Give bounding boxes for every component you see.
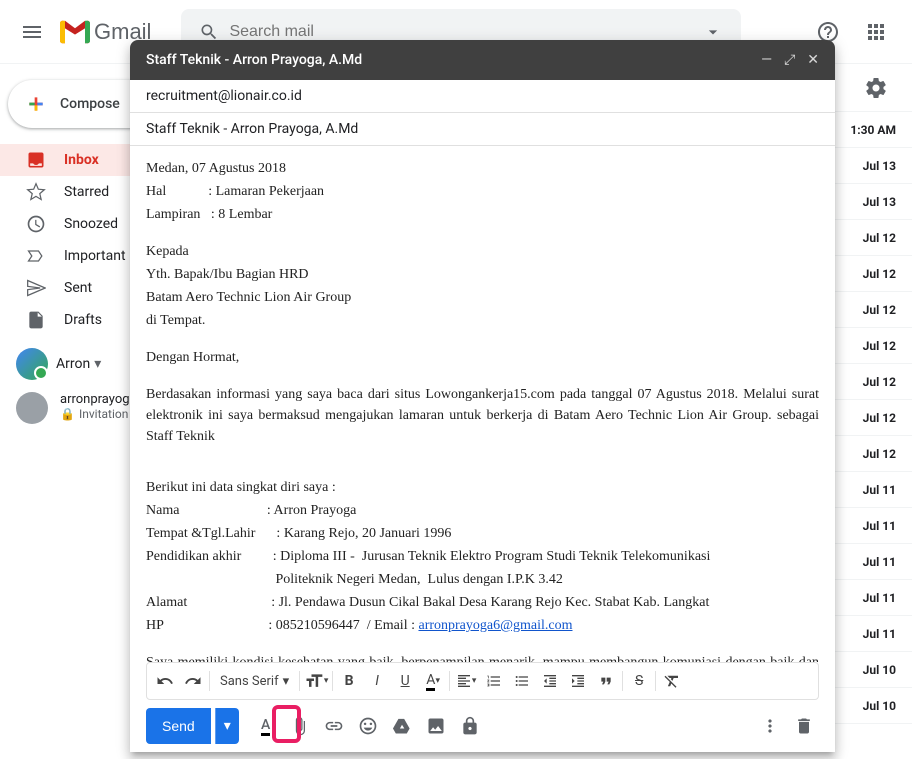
compose-body[interactable]: Medan, 07 Agustus 2018 Hal : Lamaran Pek… bbox=[130, 146, 835, 662]
body-line: Politeknik Negeri Medan, Lulus dengan I.… bbox=[146, 569, 819, 590]
email-date: Jul 11 bbox=[863, 627, 896, 641]
email-date: 1:30 AM bbox=[850, 123, 896, 137]
drafts-icon bbox=[26, 310, 46, 330]
drive-icon[interactable] bbox=[387, 711, 417, 741]
font-size-button[interactable]: ▾ bbox=[302, 667, 330, 695]
avatar bbox=[16, 348, 48, 380]
clock-icon bbox=[26, 214, 46, 234]
body-line: Medan, 07 Agustus 2018 bbox=[146, 158, 819, 179]
compose-title: Staff Teknik - Arron Prayoga, A.Md bbox=[146, 52, 761, 68]
font-selector[interactable]: Sans Serif ▾ bbox=[212, 674, 297, 689]
send-bar: Send ▾ A bbox=[130, 700, 835, 752]
send-options-button[interactable]: ▾ bbox=[215, 708, 239, 744]
body-line: Hal : Lamaran Pekerjaan bbox=[146, 181, 819, 202]
text-color-button[interactable]: A▾ bbox=[419, 667, 447, 695]
indent-more-button[interactable] bbox=[564, 667, 592, 695]
body-line: Nama : Arron Prayoga bbox=[146, 500, 819, 521]
minimize-icon[interactable]: — bbox=[761, 52, 772, 68]
more-options-icon[interactable] bbox=[755, 711, 785, 741]
bulleted-list-button[interactable] bbox=[508, 667, 536, 695]
photo-icon[interactable] bbox=[421, 711, 451, 741]
body-line: Batam Aero Technic Lion Air Group bbox=[146, 287, 819, 308]
email-date: Jul 11 bbox=[863, 555, 896, 569]
numbered-list-button[interactable] bbox=[480, 667, 508, 695]
email-date: Jul 10 bbox=[863, 663, 896, 677]
menu-icon[interactable] bbox=[8, 8, 56, 56]
plus-icon bbox=[20, 88, 44, 120]
email-date: Jul 12 bbox=[863, 339, 896, 353]
body-paragraph: Saya memiliki kondisi kesehatan yang bai… bbox=[146, 652, 819, 662]
to-field[interactable]: recruitment@lionair.co.id bbox=[130, 80, 835, 113]
strikethrough-button[interactable]: S bbox=[625, 667, 653, 695]
email-date: Jul 12 bbox=[863, 231, 896, 245]
chevron-down-icon: ▾ bbox=[94, 356, 101, 372]
bold-button[interactable]: B bbox=[335, 667, 363, 695]
user-name: Arron bbox=[56, 356, 90, 372]
body-paragraph: Berdasakan informasi yang saya baca dari… bbox=[146, 384, 819, 447]
body-line: Pendidikan akhir : Diploma III - Jurusan… bbox=[146, 546, 819, 567]
body-line: di Tempat. bbox=[146, 310, 819, 331]
subject-field[interactable]: Staff Teknik - Arron Prayoga, A.Md bbox=[130, 113, 835, 146]
nav-label: Snoozed bbox=[64, 216, 118, 232]
email-date: Jul 12 bbox=[863, 267, 896, 281]
email-date: Jul 11 bbox=[863, 483, 896, 497]
underline-button[interactable]: U bbox=[391, 667, 419, 695]
attach-icon[interactable] bbox=[285, 711, 315, 741]
email-date: Jul 12 bbox=[863, 447, 896, 461]
delete-icon[interactable] bbox=[789, 711, 819, 741]
body-line: Tempat &Tgl.Lahir : Karang Rejo, 20 Janu… bbox=[146, 523, 819, 544]
contact-avatar bbox=[16, 392, 48, 424]
body-line: Alamat : Jl. Pendawa Dusun Cikal Bakal D… bbox=[146, 592, 819, 613]
search-options-icon[interactable] bbox=[693, 22, 733, 42]
important-icon bbox=[26, 246, 46, 266]
email-link[interactable]: arronprayoga6@gmail.com bbox=[418, 618, 572, 633]
align-button[interactable]: ▾ bbox=[452, 667, 480, 695]
redo-button[interactable] bbox=[179, 667, 207, 695]
email-date: Jul 13 bbox=[863, 159, 896, 173]
search-input[interactable] bbox=[229, 23, 693, 41]
indent-less-button[interactable] bbox=[536, 667, 564, 695]
compose-label: Compose bbox=[60, 96, 120, 112]
compose-header[interactable]: Staff Teknik - Arron Prayoga, A.Md — ⤢ ✕ bbox=[130, 40, 835, 80]
search-icon[interactable] bbox=[189, 22, 229, 42]
body-line: Dengan Hormat, bbox=[146, 347, 819, 368]
fullscreen-icon[interactable]: ⤢ bbox=[784, 52, 795, 68]
format-toolbar: Sans Serif ▾ ▾ B I U A▾ ▾ S bbox=[146, 662, 819, 700]
lock-timer-icon[interactable] bbox=[455, 711, 485, 741]
star-icon bbox=[26, 182, 46, 202]
settings-icon[interactable] bbox=[856, 68, 896, 108]
email-date: Jul 11 bbox=[863, 591, 896, 605]
emoji-icon[interactable] bbox=[353, 711, 383, 741]
body-line: Lampiran : 8 Lembar bbox=[146, 204, 819, 225]
body-line: HP : 085210596447 / Email : arronprayoga… bbox=[146, 615, 819, 636]
compose-window: Staff Teknik - Arron Prayoga, A.Md — ⤢ ✕… bbox=[130, 40, 835, 752]
email-date: Jul 12 bbox=[863, 303, 896, 317]
sent-icon bbox=[26, 278, 46, 298]
body-line: Kepada bbox=[146, 241, 819, 262]
email-date: Jul 12 bbox=[863, 375, 896, 389]
email-date: Jul 13 bbox=[863, 195, 896, 209]
send-button[interactable]: Send bbox=[146, 708, 211, 744]
undo-button[interactable] bbox=[151, 667, 179, 695]
inbox-icon bbox=[26, 150, 46, 170]
link-icon[interactable] bbox=[319, 711, 349, 741]
nav-label: Sent bbox=[64, 280, 92, 296]
nav-label: Drafts bbox=[64, 312, 102, 328]
email-date: Jul 11 bbox=[863, 519, 896, 533]
apps-icon[interactable] bbox=[856, 12, 896, 52]
text-format-toggle[interactable]: A bbox=[251, 711, 281, 741]
remove-format-button[interactable] bbox=[658, 667, 686, 695]
nav-label: Inbox bbox=[64, 152, 99, 168]
email-date: Jul 12 bbox=[863, 411, 896, 425]
quote-button[interactable] bbox=[592, 667, 620, 695]
italic-button[interactable]: I bbox=[363, 667, 391, 695]
body-line: Berikut ini data singkat diri saya : bbox=[146, 477, 819, 498]
body-line: Yth. Bapak/Ibu Bagian HRD bbox=[146, 264, 819, 285]
close-icon[interactable]: ✕ bbox=[807, 52, 819, 68]
nav-label: Starred bbox=[64, 184, 109, 200]
nav-label: Important bbox=[64, 248, 126, 264]
chevron-down-icon: ▾ bbox=[283, 674, 290, 689]
email-date: Jul 10 bbox=[863, 699, 896, 713]
